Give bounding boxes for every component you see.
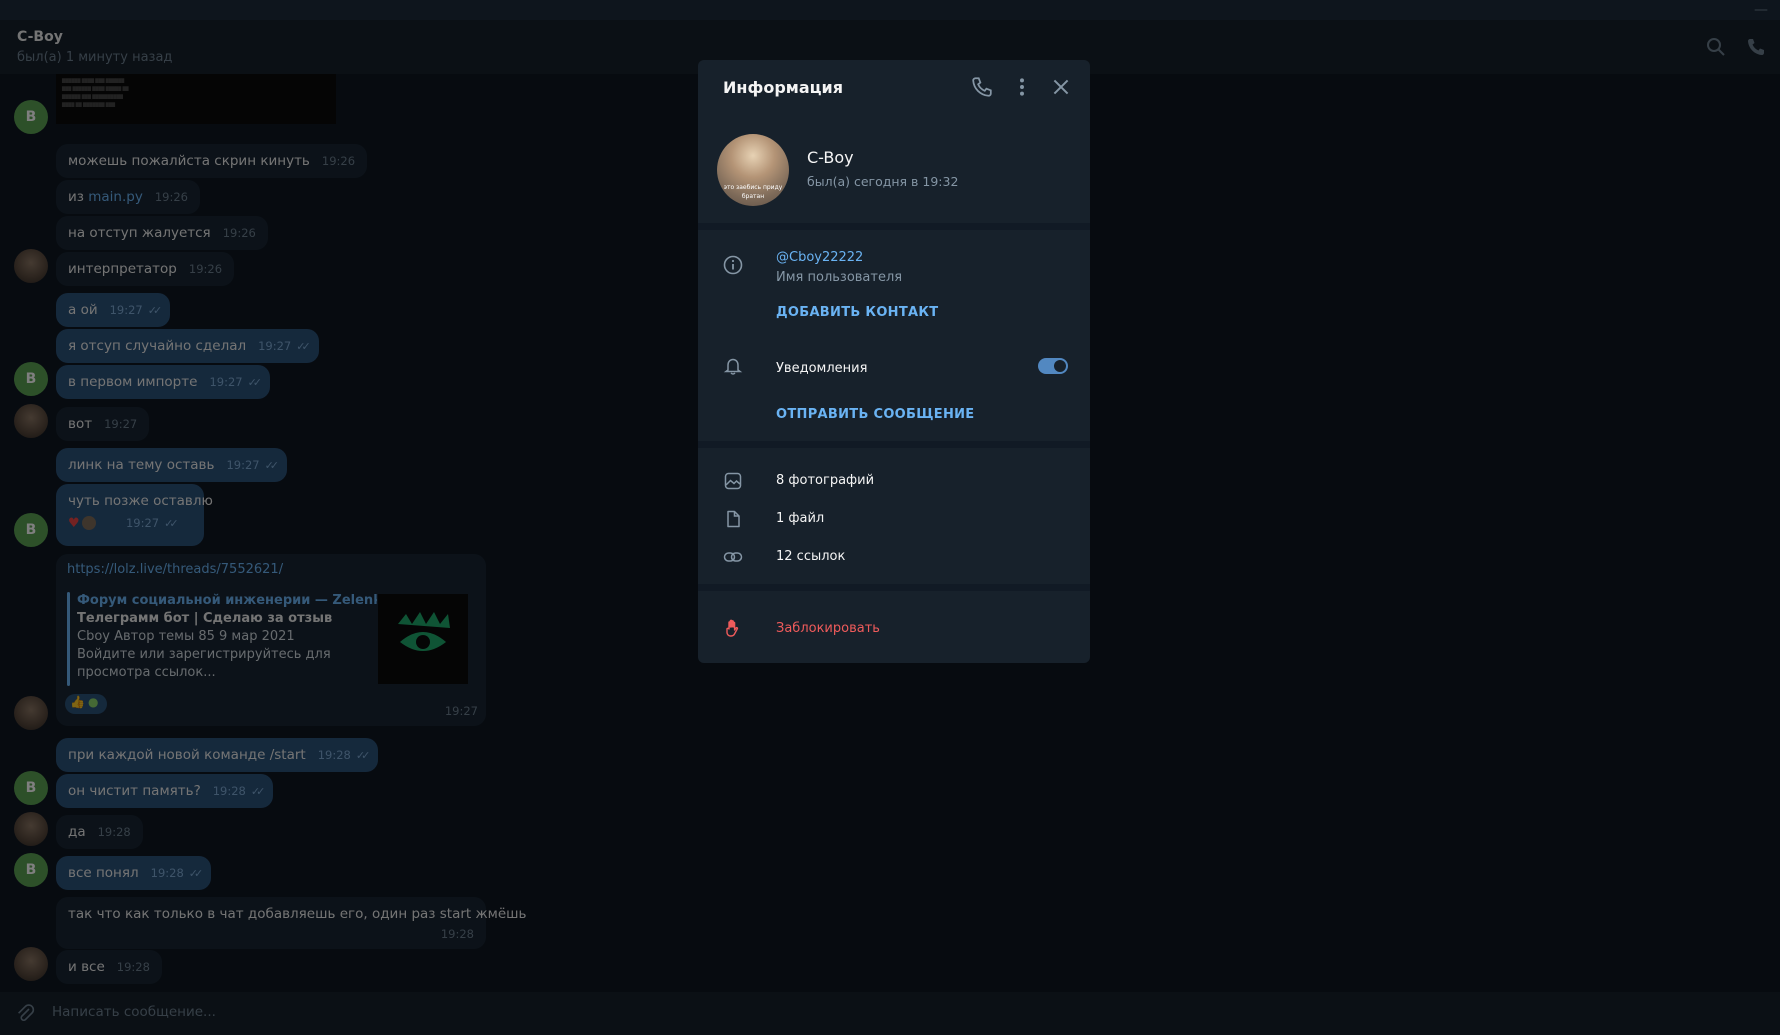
notifications-label: Уведомления [776, 361, 868, 376]
username-link[interactable]: @Cboy22222 [776, 250, 863, 265]
bell-icon [723, 358, 743, 375]
notifications-toggle[interactable] [1038, 358, 1068, 374]
link-icon [723, 552, 743, 562]
profile-name: C-Boy [807, 148, 854, 167]
send-message-button[interactable]: ОТПРАВИТЬ СООБЩЕНИЕ [776, 407, 975, 422]
add-contact-button[interactable]: ДОБАВИТЬ КОНТАКТ [776, 305, 938, 320]
info-icon [723, 255, 743, 275]
user-info-panel: Информация это заебись приду братан C-Bo… [698, 60, 1090, 663]
panel-title: Информация [723, 78, 843, 97]
photos-item[interactable]: 8 фотографий [776, 473, 874, 488]
close-icon[interactable] [1050, 76, 1072, 98]
section-divider [698, 223, 1090, 230]
profile-avatar[interactable]: это заебись приду братан [717, 134, 789, 206]
block-user-button[interactable]: Заблокировать [776, 621, 880, 636]
section-divider [698, 441, 1090, 448]
profile-last-seen: был(а) сегодня в 19:32 [807, 174, 959, 189]
username-label: Имя пользователя [776, 270, 903, 285]
links-item[interactable]: 12 ссылок [776, 549, 845, 564]
file-icon [727, 510, 740, 528]
more-vertical-icon[interactable] [1011, 76, 1033, 98]
toggle-knob [1054, 360, 1066, 372]
block-hand-icon [726, 619, 739, 637]
section-divider [698, 584, 1090, 591]
files-item[interactable]: 1 файл [776, 511, 824, 526]
photo-icon [724, 472, 742, 490]
phone-icon[interactable] [971, 76, 993, 98]
